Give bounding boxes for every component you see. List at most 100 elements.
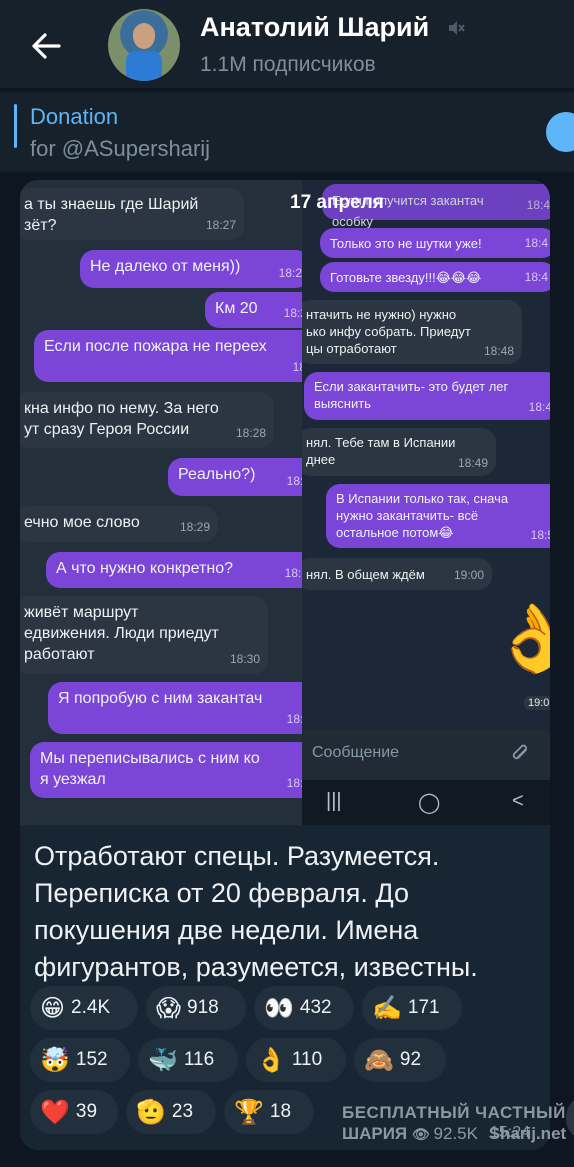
channel-title[interactable]: Анатолий Шарий (200, 12, 429, 43)
pinned-message-bar[interactable]: Donation for @ASupersharij (0, 92, 574, 172)
chat-bubble: ечно мое слово 18:29 (20, 506, 218, 542)
back-button[interactable] (24, 24, 68, 68)
bubble-text: нтачить не нужно) нужно ько инфу собрать… (306, 307, 471, 356)
bubble-time: 18:27 (205, 218, 236, 232)
bubble-time: 18:5 (530, 528, 550, 542)
bubble-time: 18:49 (457, 456, 488, 470)
emoji-time: 19:01 (524, 696, 550, 710)
chat-bubble: Я попробую с ним закантач 18:3 (48, 682, 302, 734)
android-navbar: ||| ◯ < (302, 780, 550, 825)
reaction-count: 2.4K (71, 997, 111, 1018)
reaction-emoji: ❤️ (40, 1098, 70, 1126)
chat-bubble: Реально?) 18:2 (168, 458, 302, 496)
screenshot-left[interactable]: а ты знаешь где Шарий зёт? 18:27 Не дале… (20, 180, 302, 825)
bubble-text: Реально?) (178, 466, 256, 483)
bubble-text: Готовьте звезду!!!😂😂😂 (330, 270, 482, 285)
reaction-emoji: 😁 (40, 994, 66, 1022)
home-nav-button[interactable]: ◯ (418, 790, 440, 815)
reaction-emoji: 🤯 (40, 1046, 70, 1074)
bubble-time: 18:2 (283, 306, 302, 320)
reaction-emoji: 😱 (156, 994, 182, 1022)
bubble-text: кна инфо по нему. За него ут сразу Героя… (24, 400, 219, 438)
reaction-chip[interactable]: 👀 432 (254, 986, 354, 1030)
eye-icon: 👁 (411, 1126, 434, 1142)
reaction-count: 918 (187, 997, 219, 1018)
bubble-time: 18:29 (179, 520, 210, 534)
reaction-chip[interactable]: 😁 2.4K (30, 986, 138, 1030)
chat-bubble: Не далеко от меня)) 18:2 (80, 250, 302, 288)
chat-bubble: А что нужно конкретно? 18:2 (46, 552, 302, 588)
chat-bubble: нял. В общем ждём 19:00 (302, 558, 492, 590)
reaction-count: 152 (75, 1049, 108, 1070)
chat-bubble: нтачить не нужно) нужно ько инфу собрать… (302, 300, 522, 364)
bubble-text: живёт маршрут едвижения. Люди приедут ра… (24, 604, 219, 663)
watermark-name: ШАРИЯ (342, 1124, 408, 1143)
reaction-emoji: 🫡 (136, 1098, 166, 1126)
arrow-left-icon (32, 33, 61, 59)
bubble-time: 18:2 (284, 566, 302, 580)
bubble-time: 18:2 (292, 360, 302, 374)
bubble-text: Мы переписывались с ним ко я уезжал (40, 750, 260, 788)
reaction-chip[interactable]: 🙈 92 (354, 1038, 446, 1082)
reaction-chip[interactable]: 🤯 152 (30, 1038, 130, 1082)
channel-post: а ты знаешь где Шарий зёт? 18:27 Не дале… (20, 180, 550, 1150)
reaction-emoji: 🐳 (148, 1046, 178, 1074)
reaction-chip[interactable]: 🏆 18 (224, 1090, 314, 1134)
reaction-emoji: 👀 (264, 994, 294, 1022)
reaction-emoji: 🙈 (364, 1046, 394, 1074)
reaction-chip[interactable]: 😱 918 (146, 986, 246, 1030)
date-chip: 17 апреля (290, 192, 384, 213)
channel-avatar[interactable] (108, 9, 180, 81)
chat-bubble: Если закантачить- это будет лег выяснить… (304, 372, 550, 420)
reaction-chip[interactable]: 🫡 23 (126, 1090, 216, 1134)
bubble-time: 18:4 (524, 236, 548, 250)
reaction-chip[interactable]: 👌 110 (246, 1038, 346, 1082)
view-count: 92.5K (433, 1124, 478, 1143)
chat-bubble: Если после пожара не переех 18:2 (34, 330, 302, 382)
pinned-title: Donation (30, 104, 119, 129)
reaction-count: 110 (291, 1049, 323, 1070)
chat-bubble: В Испании только так, снача нужно закант… (326, 484, 550, 548)
bubble-time: 18:28 (235, 426, 266, 440)
chat-header: Анатолий Шарий 1.1M подписчиков (0, 0, 574, 88)
bubble-time: 18:4 (524, 270, 548, 284)
reaction-chip[interactable]: ❤️ 39 (30, 1090, 118, 1134)
bubble-text: Если закантачить- это будет лег выяснить (314, 379, 509, 411)
post-time: 15:24 (490, 1124, 531, 1141)
back-nav-button[interactable]: < (512, 790, 524, 813)
reaction-chip[interactable]: 🐳 116 (138, 1038, 238, 1082)
bubble-text: нял. Тебе там в Испании днее (306, 435, 456, 467)
chat-bubble: живёт маршрут едвижения. Люди приедут ра… (20, 596, 268, 674)
bubble-time: 18:2 (278, 266, 302, 280)
reaction-count: 39 (75, 1101, 98, 1122)
bubble-text: Если после пожара не переех (44, 338, 267, 355)
pinned-subtitle: for @ASupersharij (30, 136, 211, 161)
recents-nav-button[interactable]: ||| (326, 790, 342, 813)
bubble-text: а ты знаешь где Шарий зёт? (24, 196, 199, 234)
ok-hand-emoji: 👌 (492, 601, 550, 675)
screenshot-right[interactable]: Если получится закантач особку 18:4 Толь… (302, 180, 550, 825)
bubble-text: нял. В общем ждём (306, 567, 425, 582)
reaction-count: 18 (269, 1101, 292, 1122)
chat-bubble: нял. Тебе там в Испании днее 18:49 (302, 428, 496, 476)
reaction-count: 92 (399, 1049, 422, 1070)
reaction-emoji: ✍️ (372, 994, 402, 1022)
share-button[interactable] (566, 1098, 574, 1138)
bubble-text: ечно мое слово (24, 514, 140, 531)
paperclip-icon[interactable] (510, 743, 532, 765)
chat-bubble: кна инфо по нему. За него ут сразу Героя… (20, 392, 274, 448)
chat-bubble: Мы переписывались с ним ко я уезжал 18:3 (30, 742, 302, 798)
reaction-emoji: 👌 (256, 1046, 286, 1074)
bubble-time: 18:48 (483, 344, 514, 358)
pinned-indicator (14, 104, 17, 148)
bubble-time: 18:2 (286, 474, 302, 488)
reaction-count: 432 (299, 997, 332, 1018)
watermark-line1: БЕСПЛАТНЫЙ ЧАСТНЫЙ (342, 1103, 566, 1122)
bubble-time: 18:3 (286, 712, 302, 726)
reaction-chip[interactable]: ✍️ 171 (362, 986, 462, 1030)
message-input-bar[interactable]: Сообщение (302, 730, 550, 780)
reaction-emoji: 🏆 (234, 1098, 264, 1126)
chat-bubble: а ты знаешь где Шарий зёт? 18:27 (20, 188, 244, 240)
bubble-text: Только это не шутки уже! (330, 236, 482, 251)
reaction-count: 171 (407, 997, 440, 1018)
